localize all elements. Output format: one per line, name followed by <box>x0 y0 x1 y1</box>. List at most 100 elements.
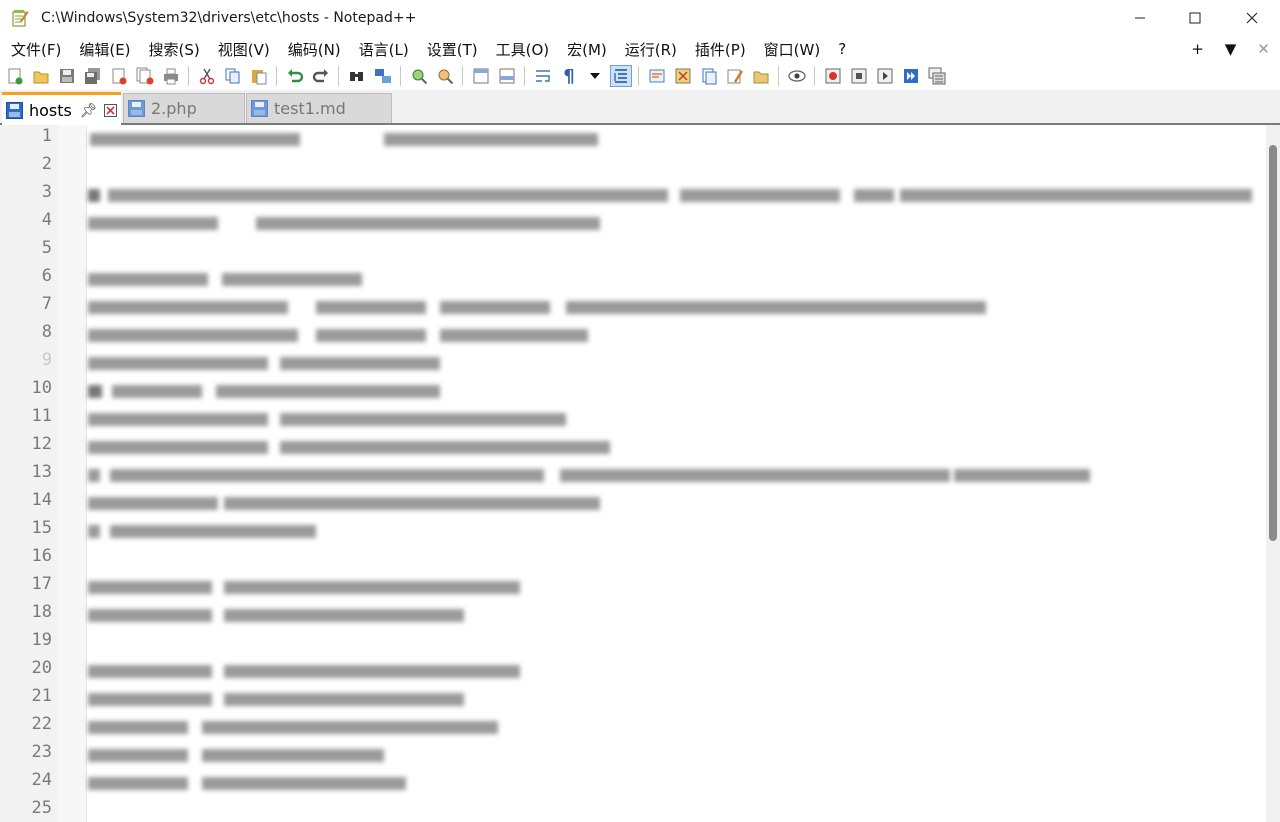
menu-settings[interactable]: 设置(T) <box>417 39 486 60</box>
zoom-in-icon[interactable] <box>408 65 430 87</box>
new-file-icon[interactable] <box>4 65 26 87</box>
find-icon[interactable] <box>346 65 368 87</box>
tab-label: test1.md <box>274 99 346 118</box>
line-number: 8 <box>41 322 52 342</box>
function-list-icon[interactable] <box>698 65 720 87</box>
menu-plugins[interactable]: 插件(P) <box>685 39 754 60</box>
blurred-text-line <box>88 744 408 766</box>
toolbar-separator <box>276 66 277 86</box>
menu-bar: 文件(F) 编辑(E) 搜索(S) 视图(V) 编码(N) 语言(L) 设置(T… <box>0 36 1280 62</box>
vertical-scrollbar[interactable] <box>1266 125 1280 822</box>
pin-icon[interactable]: 📌︎ <box>80 103 98 119</box>
open-file-icon[interactable] <box>30 65 52 87</box>
menu-view[interactable]: 视图(V) <box>208 39 278 60</box>
menu-help[interactable]: ? <box>828 40 854 58</box>
toolbar-separator <box>462 66 463 86</box>
blurred-text-line <box>88 464 1108 486</box>
blurred-text-line <box>88 128 608 150</box>
sync-vertical-icon[interactable] <box>470 65 492 87</box>
tab-bar: hosts 📌︎ 2.php test1.md <box>0 90 1280 126</box>
close-icon[interactable] <box>108 65 130 87</box>
menu-right-controls: + ▼ ✕ <box>1181 36 1280 62</box>
indent-guide-icon[interactable] <box>610 65 632 87</box>
stop-record-icon[interactable] <box>848 65 870 87</box>
menu-macro[interactable]: 宏(M) <box>557 39 615 60</box>
tab-hosts[interactable]: hosts 📌︎ <box>2 92 121 126</box>
copy-icon[interactable] <box>222 65 244 87</box>
tab-label: 2.php <box>151 99 197 118</box>
blurred-text-line <box>88 324 608 346</box>
doc-map-icon[interactable] <box>672 65 694 87</box>
line-number: 3 <box>41 182 52 202</box>
close-all-icon[interactable] <box>134 65 156 87</box>
tab-2-php[interactable]: 2.php <box>123 93 245 123</box>
menu-search[interactable]: 搜索(S) <box>139 39 208 60</box>
cut-icon[interactable] <box>196 65 218 87</box>
folder-icon[interactable] <box>750 65 772 87</box>
folder-as-workspace-icon[interactable] <box>724 65 746 87</box>
blurred-text-line <box>88 296 1008 318</box>
close-tab-icon[interactable] <box>103 104 117 117</box>
word-wrap-icon[interactable] <box>532 65 554 87</box>
menu-tools[interactable]: 工具(O) <box>486 39 558 60</box>
window-title: C:\Windows\System32\drivers\etc\hosts - … <box>41 10 417 26</box>
blurred-text-line <box>88 268 388 290</box>
run-macro-multiple-icon[interactable] <box>900 65 922 87</box>
monitoring-icon[interactable] <box>786 65 808 87</box>
blurred-text-line <box>88 576 538 598</box>
editor-area[interactable]: 1 2 3 4 5 6 7 8 9 10 11 12 13 14 15 16 1… <box>0 125 1280 822</box>
scrollbar-thumb[interactable] <box>1269 145 1277 541</box>
new-tab-button[interactable]: + <box>1181 40 1214 58</box>
blurred-text-line <box>88 408 588 430</box>
tab-list-dropdown[interactable]: ▼ <box>1214 40 1247 58</box>
menu-run[interactable]: 运行(R) <box>615 39 685 60</box>
fold-margin <box>58 125 87 822</box>
line-number: 17 <box>31 574 52 594</box>
blurred-text-line <box>88 604 488 626</box>
paste-icon[interactable] <box>248 65 270 87</box>
blurred-text-line <box>88 660 538 682</box>
line-number: 10 <box>31 378 52 398</box>
save-icon[interactable] <box>56 65 78 87</box>
menu-encoding[interactable]: 编码(N) <box>278 39 349 60</box>
toolbar-separator <box>188 66 189 86</box>
record-macro-icon[interactable] <box>822 65 844 87</box>
saved-file-icon <box>6 102 23 119</box>
show-all-characters-icon[interactable]: ¶ <box>558 65 580 87</box>
line-number: 24 <box>31 770 52 790</box>
saved-file-icon <box>251 100 268 117</box>
blurred-text-line <box>88 436 628 458</box>
tab-test1-md[interactable]: test1.md <box>246 93 392 123</box>
toolbar-separator <box>400 66 401 86</box>
line-number: 23 <box>31 742 52 762</box>
menu-language[interactable]: 语言(L) <box>349 39 417 60</box>
print-icon[interactable] <box>160 65 182 87</box>
menu-file[interactable]: 文件(F) <box>0 39 69 60</box>
undo-icon[interactable] <box>284 65 306 87</box>
line-number: 11 <box>31 406 52 426</box>
toolbar-separator <box>778 66 779 86</box>
playback-macro-icon[interactable] <box>874 65 896 87</box>
redo-icon[interactable] <box>310 65 332 87</box>
toolbar-separator <box>638 66 639 86</box>
blurred-text-line <box>88 352 468 374</box>
replace-icon[interactable] <box>372 65 394 87</box>
save-all-icon[interactable] <box>82 65 104 87</box>
zoom-out-icon[interactable] <box>434 65 456 87</box>
close-window-button[interactable] <box>1224 0 1280 36</box>
close-doc-button[interactable]: ✕ <box>1247 40 1280 58</box>
blurred-text-line <box>88 688 488 710</box>
dropdown-icon[interactable] <box>584 65 606 87</box>
menu-edit[interactable]: 编辑(E) <box>69 39 138 60</box>
maximize-button[interactable] <box>1167 0 1223 36</box>
minimize-button[interactable] <box>1112 0 1168 36</box>
blurred-text-line <box>88 184 1258 206</box>
user-defined-language-icon[interactable] <box>646 65 668 87</box>
sync-horizontal-icon[interactable] <box>496 65 518 87</box>
menu-window[interactable]: 窗口(W) <box>754 39 829 60</box>
line-number: 20 <box>31 658 52 678</box>
line-number: 21 <box>31 686 52 706</box>
line-number: 7 <box>41 294 52 314</box>
text-content-blurred[interactable] <box>88 125 1266 822</box>
save-macro-icon[interactable] <box>926 65 948 87</box>
